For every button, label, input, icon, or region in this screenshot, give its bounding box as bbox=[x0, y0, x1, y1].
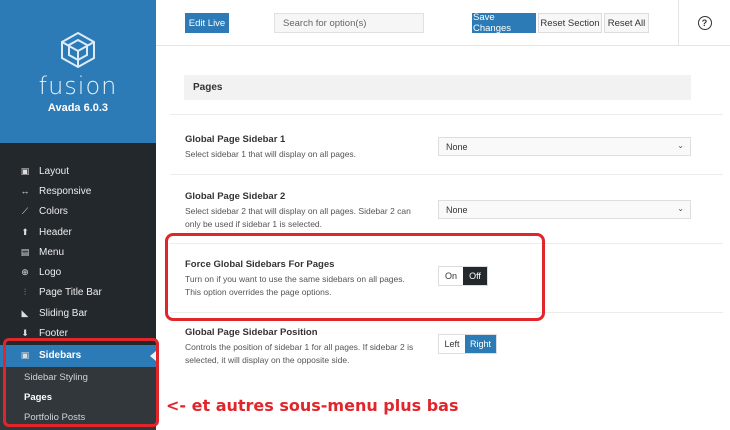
option-title: Global Page Sidebar 1 bbox=[185, 134, 286, 145]
sidebar-item-label: Logo bbox=[39, 267, 62, 279]
option-title: Global Page Sidebar Position bbox=[185, 327, 318, 338]
arrow-up-icon: ⬆ bbox=[21, 226, 29, 237]
plus-circle-icon: ⊕ bbox=[21, 267, 29, 278]
sidebar-item-logo[interactable]: ⊕ Logo bbox=[0, 262, 156, 282]
help-icon: ? bbox=[697, 16, 712, 30]
sidebar-2-select[interactable]: None ⌄ bbox=[438, 200, 691, 219]
toggle-option-right[interactable]: Right bbox=[465, 335, 496, 353]
sliders-icon: ⫶ bbox=[23, 287, 27, 298]
annotation-text: <- et autres sous-menu plus bas bbox=[166, 396, 459, 415]
chevron-down-icon: ⌄ bbox=[677, 141, 684, 150]
top-toolbar: Edit Live Search for option(s) Save Chan… bbox=[156, 0, 730, 46]
annotation-highlight-box bbox=[165, 233, 545, 321]
option-description: Controls the position of sidebar 1 for a… bbox=[185, 342, 414, 365]
section-title: Pages bbox=[184, 75, 691, 100]
help-button[interactable]: ? bbox=[678, 0, 730, 46]
sliding-bar-icon: ◣ bbox=[21, 307, 29, 318]
select-value: None bbox=[446, 204, 468, 215]
row-divider bbox=[170, 114, 723, 115]
edit-live-button[interactable]: Edit Live bbox=[185, 13, 229, 33]
save-changes-button[interactable]: Save Changes bbox=[472, 12, 536, 34]
sidebar-item-colors[interactable]: ⟋ Colors bbox=[0, 202, 156, 222]
sidebar-item-page-title-bar[interactable]: ⫶ Page Title Bar bbox=[0, 283, 156, 303]
sidebar-item-menu[interactable]: ▤ Menu bbox=[0, 242, 156, 262]
sidebar-item-responsive[interactable]: ↔ Responsive bbox=[0, 181, 156, 201]
brush-icon: ⟋ bbox=[21, 206, 29, 217]
sidebar-item-label: Responsive bbox=[39, 185, 92, 197]
sidebar-1-select[interactable]: None ⌄ bbox=[438, 137, 691, 156]
annotation-highlight-box bbox=[3, 338, 159, 427]
row-divider bbox=[170, 174, 723, 175]
menu-icon: ▤ bbox=[20, 246, 30, 257]
toggle-option-left[interactable]: Left bbox=[439, 335, 465, 353]
brand-header: fusion Avada 6.0.3 bbox=[0, 0, 156, 143]
sidebar-nav: ▣ Layout ↔ Responsive ⟋ Colors ⬆ Header … bbox=[0, 161, 156, 367]
arrows-horizontal-icon: ↔ bbox=[20, 186, 30, 197]
sidebar-item-label: Page Title Bar bbox=[39, 287, 102, 299]
reset-all-button[interactable]: Reset All bbox=[604, 13, 649, 33]
fusion-cube-logo-icon bbox=[61, 31, 95, 69]
sidebar-position-toggle[interactable]: Left Right bbox=[438, 334, 497, 354]
sidebar-item-label: Colors bbox=[39, 206, 68, 218]
option-description: Select sidebar 2 that will display on al… bbox=[185, 206, 411, 229]
sidebar-item-layout[interactable]: ▣ Layout bbox=[0, 161, 156, 181]
select-value: None bbox=[446, 141, 468, 152]
sidebar-item-header[interactable]: ⬆ Header bbox=[0, 222, 156, 242]
sidebar-item-label: Sliding Bar bbox=[39, 307, 88, 319]
layout-icon: ▣ bbox=[20, 165, 30, 176]
chevron-down-icon: ⌄ bbox=[677, 204, 684, 213]
sidebar-item-label: Layout bbox=[39, 165, 70, 177]
option-description: Select sidebar 1 that will display on al… bbox=[185, 149, 357, 159]
reset-section-button[interactable]: Reset Section bbox=[538, 13, 602, 33]
sidebar-item-label: Menu bbox=[39, 246, 65, 258]
search-input[interactable]: Search for option(s) bbox=[274, 13, 424, 33]
brand-version: Avada 6.0.3 bbox=[47, 102, 109, 114]
sidebar-item-sliding-bar[interactable]: ◣ Sliding Bar bbox=[0, 303, 156, 323]
option-title: Global Page Sidebar 2 bbox=[185, 191, 286, 202]
sidebar-item-label: Header bbox=[39, 226, 72, 238]
brand-name: fusion bbox=[38, 72, 118, 100]
